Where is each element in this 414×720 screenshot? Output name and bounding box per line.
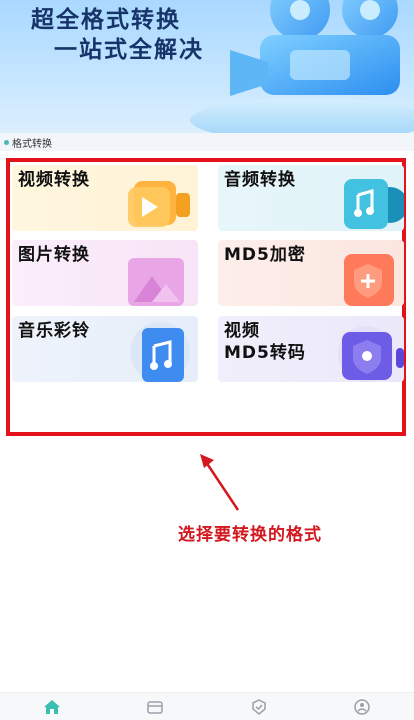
- video-md5-transcode-label: 视频 MD5转码: [224, 320, 306, 364]
- bottom-navigation: [0, 692, 414, 720]
- music-ringtone-card[interactable]: 音乐彩铃: [12, 316, 198, 382]
- nav-profile[interactable]: [342, 695, 382, 719]
- annotation-arrow-icon: [200, 454, 240, 511]
- tools-icon: [252, 698, 266, 715]
- audio-convert-label: 音频转换: [224, 170, 296, 190]
- nav-tools[interactable]: [239, 695, 279, 719]
- shield-lock-icon: [344, 254, 394, 306]
- music-note-icon: [130, 322, 190, 382]
- video-camera-illustration-icon: [190, 0, 414, 133]
- promo-banner[interactable]: 超全格式转换 一站式全解决: [0, 0, 414, 133]
- image-icon: [128, 258, 184, 306]
- image-convert-label: 图片转换: [18, 245, 90, 265]
- video-convert-card[interactable]: 视频转换: [12, 165, 198, 231]
- section-title: 格式转换: [12, 138, 52, 150]
- video-play-icon: [128, 181, 190, 227]
- shield-icon: [338, 326, 404, 382]
- section-dot-icon: [4, 139, 9, 145]
- banner-title-line1: 超全格式转换: [31, 7, 181, 33]
- nav-files[interactable]: [135, 695, 175, 719]
- image-convert-card[interactable]: 图片转换: [12, 240, 198, 306]
- video-md5-transcode-card[interactable]: 视频 MD5转码: [218, 316, 404, 382]
- music-ringtone-label: 音乐彩铃: [18, 321, 90, 341]
- video-md5-label-line2: MD5转码: [224, 343, 306, 363]
- banner-title-line2: 一站式全解决: [54, 37, 204, 63]
- folder-icon: [147, 700, 163, 714]
- profile-icon: [354, 698, 370, 715]
- md5-encrypt-card[interactable]: MD5加密: [218, 240, 404, 306]
- audio-convert-card[interactable]: 音频转换: [218, 165, 404, 231]
- md5-encrypt-label: MD5加密: [224, 245, 306, 265]
- video-md5-label-line1: 视频: [224, 321, 260, 341]
- video-convert-label: 视频转换: [18, 170, 90, 190]
- home-icon: [43, 699, 60, 714]
- nav-home[interactable]: [32, 695, 72, 719]
- music-note-icon: [344, 179, 404, 229]
- annotation-hint-text: 选择要转换的格式: [178, 525, 322, 545]
- section-header: 格式转换: [0, 133, 414, 151]
